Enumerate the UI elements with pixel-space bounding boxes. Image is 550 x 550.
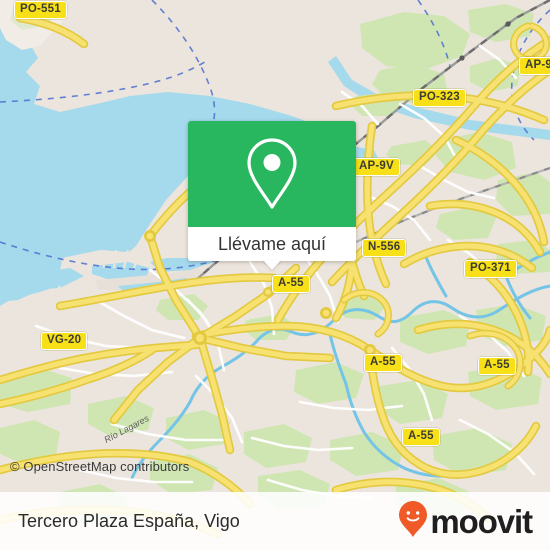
map-pin-icon <box>244 136 300 212</box>
moovit-map-screen: PO-551 PO-323 AP-9 AP-9V N-556 PO-371 A-… <box>0 0 550 550</box>
osm-attribution: © OpenStreetMap contributors <box>10 459 190 474</box>
place-name-label: Tercero Plaza España, Vigo <box>18 510 240 531</box>
road-shield-po-323[interactable]: PO-323 <box>413 89 466 107</box>
road-shield-a-55-2[interactable]: A-55 <box>364 354 402 372</box>
road-shield-ap-9v[interactable]: AP-9V <box>353 158 400 176</box>
road-shield-a-55-4[interactable]: A-55 <box>402 428 440 446</box>
road-shield-po-551[interactable]: PO-551 <box>14 1 67 19</box>
moovit-logo[interactable]: moovit <box>398 500 533 543</box>
place-card-action-label: Llévame aquí <box>217 233 327 254</box>
place-card-action[interactable]: Llévame aquí <box>188 227 356 270</box>
road-shield-n-556[interactable]: N-556 <box>362 239 407 257</box>
moovit-smiley-pin-icon <box>398 500 428 543</box>
bottom-info-bar: Tercero Plaza España, Vigo moovit <box>0 492 550 550</box>
road-shield-a-55-3[interactable]: A-55 <box>478 357 516 375</box>
road-shield-ap-9[interactable]: AP-9 <box>519 57 550 75</box>
road-shield-a-55-1[interactable]: A-55 <box>272 275 310 293</box>
place-callout-card[interactable]: Llévame aquí <box>188 121 356 270</box>
road-shield-vg-20[interactable]: VG-20 <box>41 332 88 350</box>
place-card-icon-panel <box>188 121 356 227</box>
map-canvas[interactable]: PO-551 PO-323 AP-9 AP-9V N-556 PO-371 A-… <box>0 0 550 550</box>
callout-tail-icon <box>263 260 281 270</box>
moovit-wordmark: moovit <box>430 502 533 540</box>
road-shield-po-371[interactable]: PO-371 <box>464 260 517 278</box>
